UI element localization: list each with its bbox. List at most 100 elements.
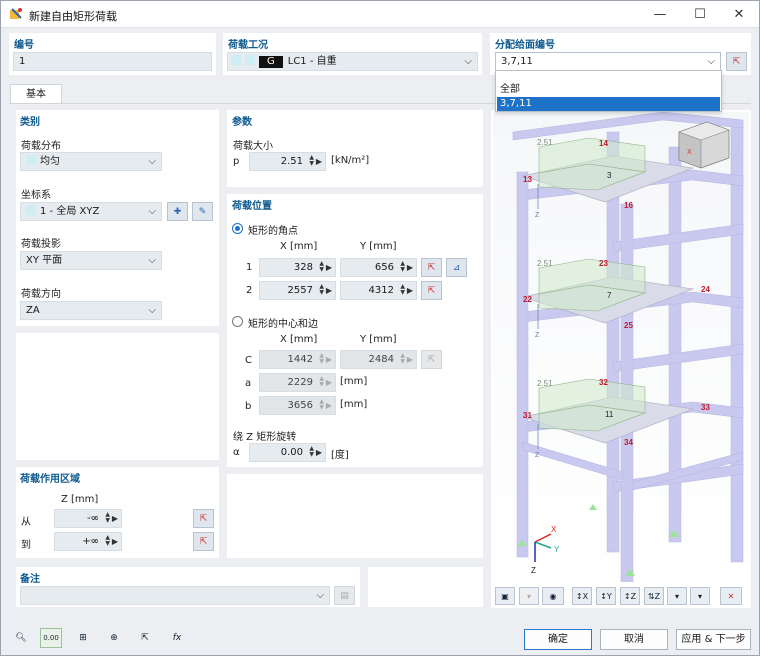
model-button[interactable]: ⊞ bbox=[72, 628, 94, 648]
chevron-down-icon: ⌵ bbox=[148, 305, 156, 316]
pick-cursor-icon: ⇱ bbox=[427, 354, 436, 365]
cube-axis-x-label: X bbox=[687, 149, 692, 156]
c-x-input[interactable]: 1442 ▲ ▼ ▶ bbox=[259, 350, 336, 369]
spinner-icon: ▲ ▼ bbox=[319, 260, 324, 273]
row1-x-input[interactable]: 328 ▲ ▼ ▶ bbox=[259, 258, 336, 277]
view-x-button[interactable]: ↕X bbox=[572, 587, 592, 605]
dropdown-option-selected[interactable]: 3,7,11 bbox=[497, 97, 720, 111]
position-blank-panel bbox=[227, 474, 483, 558]
surfaces-label: 分配给面编号 bbox=[495, 40, 555, 51]
pick-to-button[interactable]: ⇱ bbox=[193, 532, 214, 551]
edit-coord-button[interactable]: ✎ bbox=[192, 202, 213, 221]
select-button[interactable]: ⇱ bbox=[134, 628, 156, 648]
view-mode-dropdown[interactable]: ▾ bbox=[519, 587, 539, 605]
loadcase-select[interactable]: G LC1 - 自重 ⌵ bbox=[227, 52, 478, 71]
arrow-right-icon: ▶ bbox=[325, 286, 332, 295]
loadcase-panel: 荷载工况 G LC1 - 自重 ⌵ bbox=[223, 33, 482, 75]
params-header: 参数 bbox=[232, 117, 252, 128]
arrow-right-icon: ▶ bbox=[406, 286, 413, 295]
p-input[interactable]: 2.51 ▲ ▼ ▶ bbox=[249, 152, 326, 171]
row2-x-input[interactable]: 2557 ▲ ▼ ▶ bbox=[259, 281, 336, 300]
title-bar: 新建自由矩形荷载 — ☐ ✕ bbox=[1, 1, 759, 28]
spinner-icon: ▲ ▼ bbox=[105, 534, 110, 547]
comment-library-button[interactable]: ▤ bbox=[334, 586, 355, 605]
number-panel: 编号 1 bbox=[9, 33, 216, 75]
direction-select[interactable]: ZA ⌵ bbox=[20, 301, 162, 320]
spinner-icon: ▲ ▼ bbox=[319, 283, 324, 296]
arrow-right-icon: ▶ bbox=[325, 263, 332, 272]
axis-y-label: Y bbox=[554, 545, 560, 554]
view-display-button[interactable]: ▣ bbox=[495, 587, 515, 605]
projection-label: 荷载投影 bbox=[21, 239, 61, 250]
from-input[interactable]: -∞ ⌵ ▲ ▼ ▶ bbox=[54, 509, 122, 528]
new-coord-button[interactable]: ✚ bbox=[167, 202, 188, 221]
to-input[interactable]: +∞ ⌵ ▲ ▼ ▶ bbox=[54, 532, 122, 551]
direction-value: ZA bbox=[26, 305, 40, 316]
view-y-button[interactable]: ↕Y bbox=[596, 587, 616, 605]
close-button[interactable]: ✕ bbox=[720, 1, 758, 27]
corners-radio[interactable] bbox=[232, 223, 243, 234]
center-radio[interactable] bbox=[232, 316, 243, 327]
dropdown-option-all[interactable]: 全部 bbox=[497, 83, 720, 97]
category-header: 类别 bbox=[20, 117, 40, 128]
minimize-icon: — bbox=[653, 6, 667, 22]
alpha-input[interactable]: 0.00 ▲ ▼ ▶ bbox=[249, 443, 326, 462]
dialog-window: 新建自由矩形荷载 — ☐ ✕ 编号 1 荷载工况 G LC1 - 自重 ⌵ 分配给… bbox=[0, 0, 760, 656]
axis-z-label: Z bbox=[531, 566, 536, 575]
spinner-icon: ▲ ▼ bbox=[400, 260, 405, 273]
pick-center-button[interactable]: ⇱ bbox=[421, 350, 442, 369]
loadcase-color-swatch bbox=[245, 55, 255, 65]
view-button[interactable]: ⊕ bbox=[103, 628, 125, 648]
row1-y-input[interactable]: 656 ▲ ▼ ▶ bbox=[340, 258, 417, 277]
model-3d-view[interactable]: 2.51 2.51 2.51 3 7 11 13 14 16 22 23 24 … bbox=[493, 112, 749, 582]
surface-label: 11 bbox=[605, 410, 614, 419]
minimize-button[interactable]: — bbox=[641, 1, 679, 27]
apply-next-button[interactable]: 应用 & 下一步 bbox=[676, 629, 751, 650]
row2-y-value: 4312 bbox=[368, 285, 394, 296]
node-label: 16 bbox=[624, 201, 633, 210]
view-layers-dropdown[interactable]: ▾ bbox=[690, 587, 710, 605]
row2-y-input[interactable]: 4312 ▲ ▼ ▶ bbox=[340, 281, 417, 300]
surfaces-select[interactable]: 3,7,11 ⌵ bbox=[495, 52, 721, 71]
render-button[interactable]: ◉ bbox=[542, 587, 564, 605]
comment-input[interactable]: ⌵ bbox=[20, 586, 330, 605]
pick-from-button[interactable]: ⇱ bbox=[193, 509, 214, 528]
formula-button[interactable]: fx bbox=[166, 628, 188, 648]
units-button[interactable]: 0.00 bbox=[40, 628, 62, 648]
pick-row1-button[interactable]: ⇱ bbox=[421, 258, 442, 277]
view-iso-button[interactable]: ⇅Z bbox=[644, 587, 664, 605]
distribution-select[interactable]: 均匀 ⌵ bbox=[20, 152, 162, 171]
a-input[interactable]: 2229 ▲ ▼ ▶ bbox=[259, 373, 336, 392]
pick-row2-button[interactable]: ⇱ bbox=[421, 281, 442, 300]
b-input[interactable]: 3656 ▲ ▼ ▶ bbox=[259, 396, 336, 415]
coord-value: 1 - 全局 XYZ bbox=[40, 206, 100, 217]
coord-select[interactable]: 1 - 全局 XYZ ⌵ bbox=[20, 202, 162, 221]
row2-x-value: 2557 bbox=[287, 285, 313, 296]
node-label: 25 bbox=[624, 321, 633, 330]
c-y-input[interactable]: 2484 ▲ ▼ ▶ bbox=[340, 350, 417, 369]
pick-surfaces-button[interactable]: ⇱ bbox=[726, 52, 747, 71]
chevron-down-icon: ⌵ bbox=[90, 536, 97, 546]
number-input[interactable]: 1 bbox=[13, 52, 212, 71]
projection-value: XY 平面 bbox=[26, 255, 63, 266]
view-z-button[interactable]: ↕Z bbox=[620, 587, 640, 605]
chevron-down-icon: ⌵ bbox=[316, 590, 324, 601]
cancel-button[interactable]: 取消 bbox=[600, 629, 668, 650]
search-button[interactable]: 🔍︎ bbox=[10, 628, 32, 648]
ok-button[interactable]: 确定 bbox=[524, 629, 592, 650]
node-label: 14 bbox=[599, 139, 608, 148]
reset-view-button[interactable]: ✕ bbox=[720, 587, 742, 605]
projection-select[interactable]: XY 平面 ⌵ bbox=[20, 251, 162, 270]
loadcase-label: 荷载工况 bbox=[228, 40, 268, 51]
surface-label: 3 bbox=[607, 171, 612, 180]
node-label: 13 bbox=[523, 175, 532, 184]
maximize-button[interactable]: ☐ bbox=[681, 1, 719, 27]
view-options-dropdown[interactable]: ▾ bbox=[667, 587, 687, 605]
tab-basic[interactable]: 基本 bbox=[10, 84, 62, 104]
pick-cursor-icon: ⇱ bbox=[427, 262, 436, 273]
chevron-down-icon: ⌵ bbox=[148, 255, 156, 266]
spinner-icon: ▲ ▼ bbox=[309, 445, 314, 458]
pick-rectangle-button[interactable]: ⊿ bbox=[446, 258, 467, 277]
edit-coord-icon: ✎ bbox=[198, 206, 207, 217]
arrow-right-icon: ▶ bbox=[315, 157, 322, 166]
